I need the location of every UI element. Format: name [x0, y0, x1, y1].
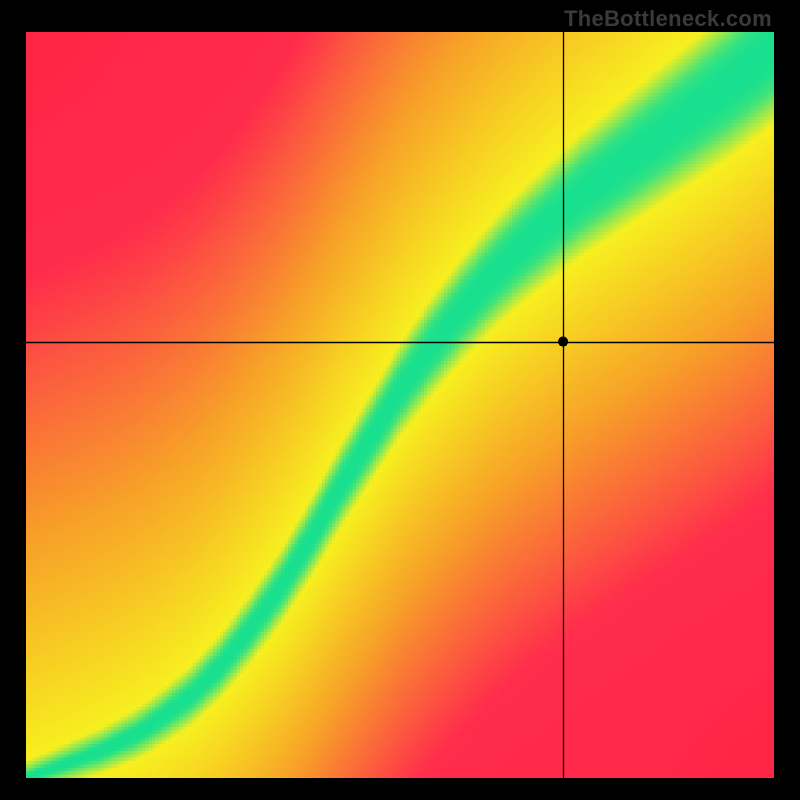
overlay-canvas [26, 32, 774, 778]
chart-frame: TheBottleneck.com [0, 0, 800, 800]
watermark-text: TheBottleneck.com [564, 6, 772, 32]
